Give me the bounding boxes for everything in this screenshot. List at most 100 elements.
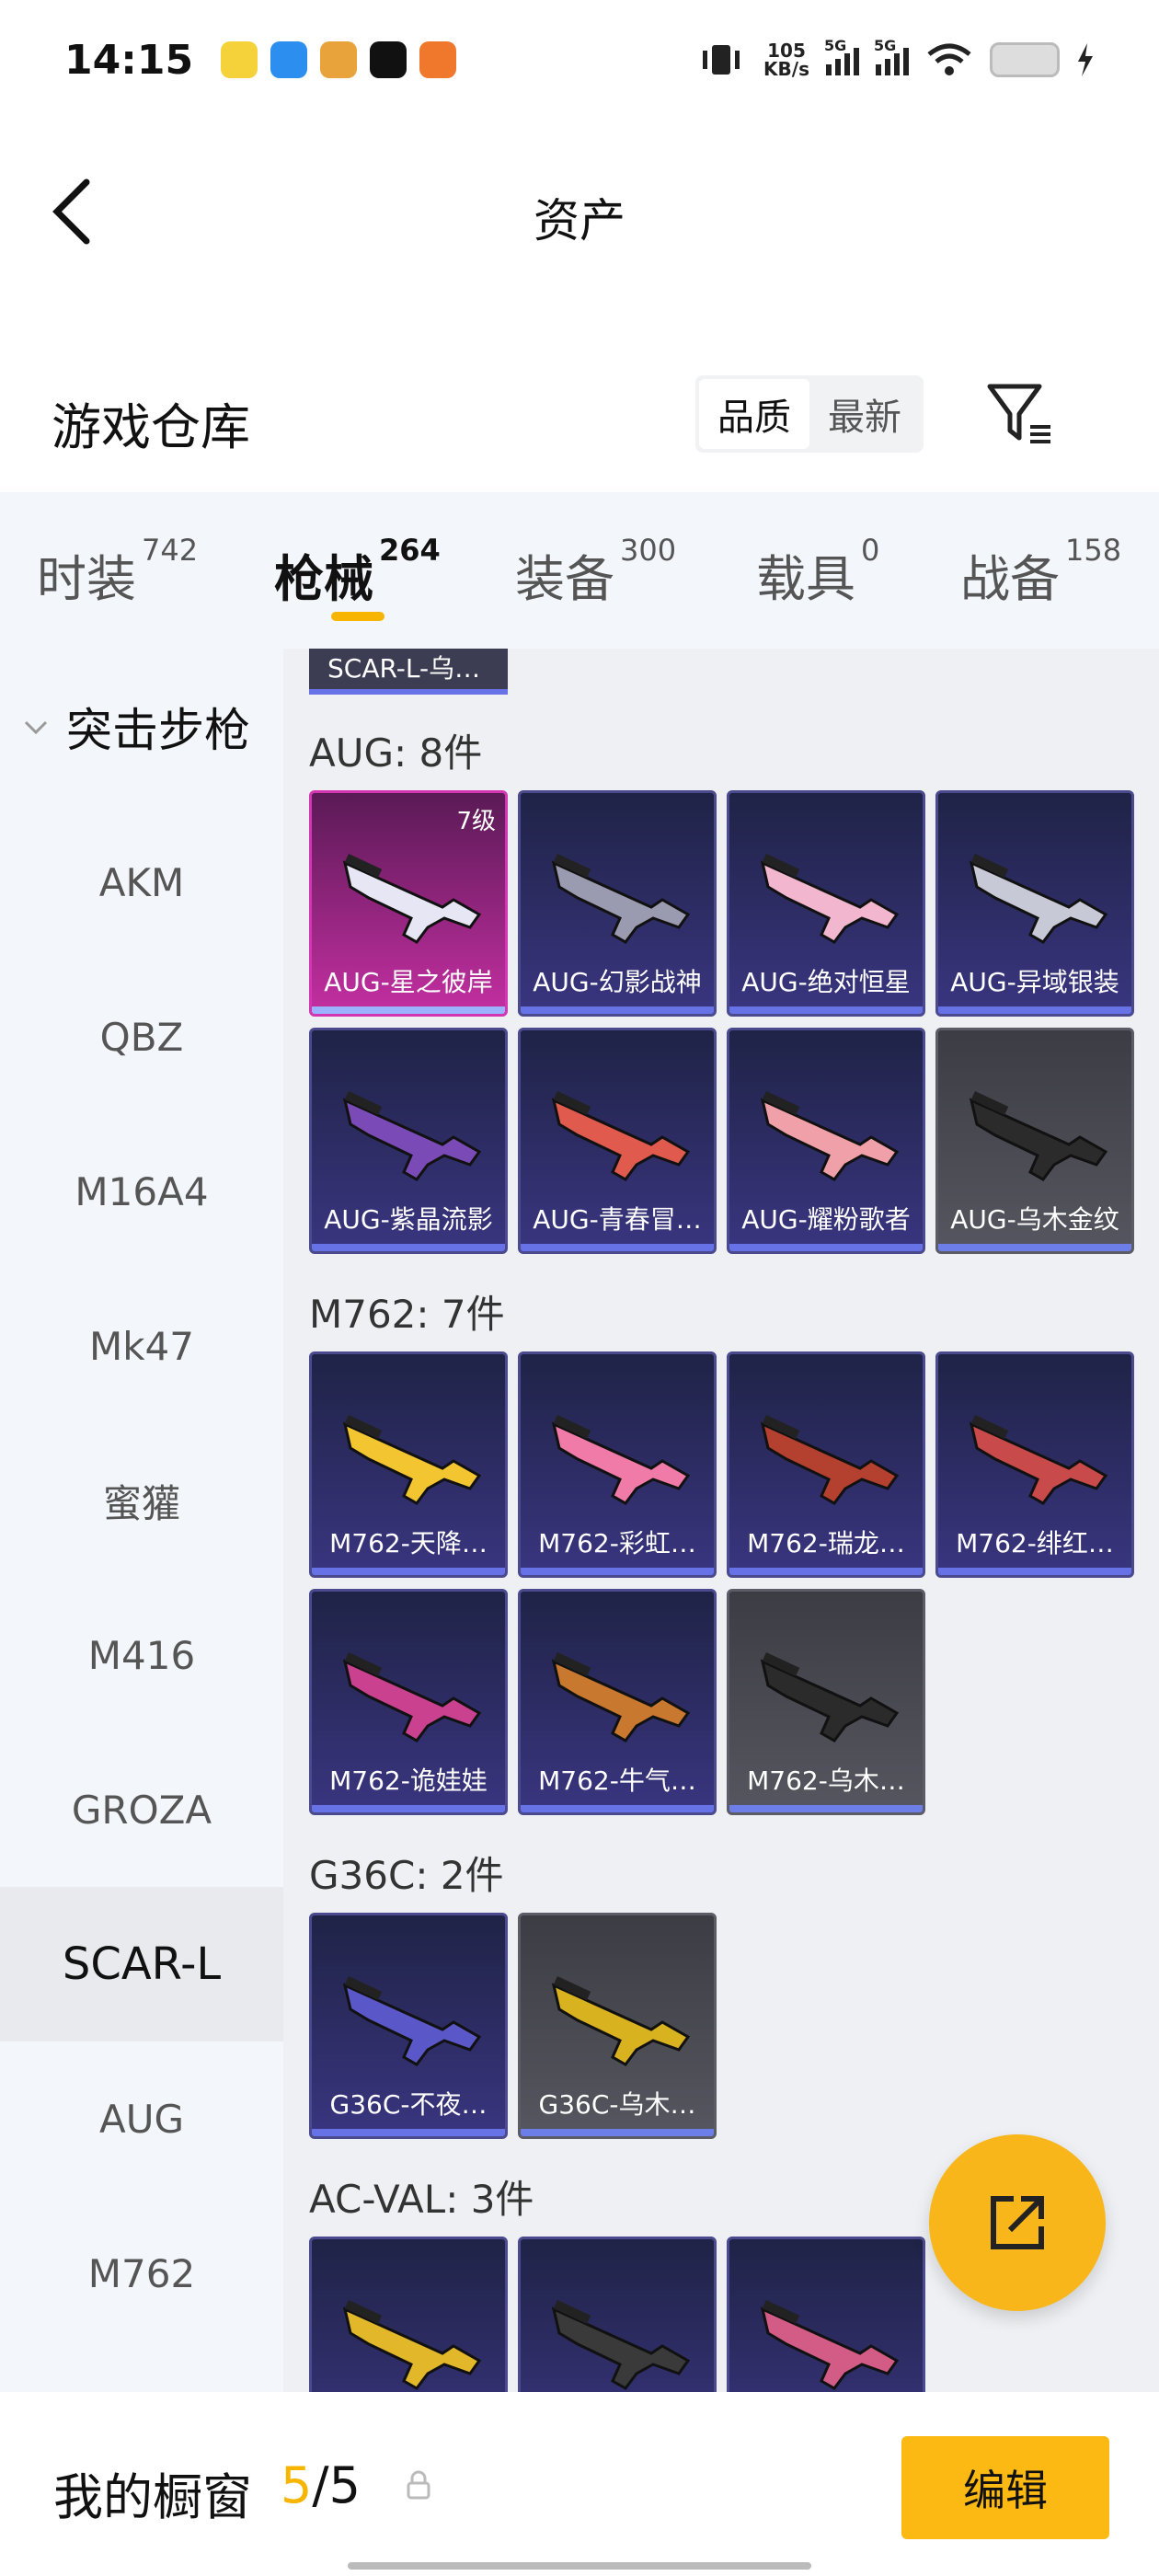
sidebar-item-m416[interactable]: M416 [0, 1578, 283, 1732]
sidebar-item-groza[interactable]: GROZA [0, 1732, 283, 1887]
share-button[interactable] [929, 2134, 1106, 2311]
chevron-down-icon [24, 720, 48, 735]
tab-firearms[interactable]: 枪械 264 [274, 533, 441, 611]
weapon-card[interactable]: AUG-乌木金纹 [935, 1028, 1134, 1254]
weapon-card[interactable]: M762-天降… [309, 1351, 508, 1578]
rarity-bar [521, 2129, 714, 2136]
rifle-icon [551, 1415, 691, 1505]
weapon-group-title: G36C: 2件 [309, 1853, 504, 1898]
weapon-card[interactable]: 7级 AUG-星之彼岸 [309, 790, 508, 1017]
sort-quality-button[interactable]: 品质 [699, 379, 809, 449]
rarity-bar [729, 1006, 923, 1014]
weapon-card-label: M762-天降… [329, 1528, 488, 1558]
weapon-card[interactable]: AUG-耀粉歌者 [727, 1028, 925, 1254]
category-tabs: 时装 742 枪械 264 装备 300 载具 0 战备 158 [0, 492, 1159, 649]
sidebar-item-mk47[interactable]: Mk47 [0, 1269, 283, 1423]
rarity-bar [312, 1006, 505, 1014]
weapon-card-label: AUG-耀粉歌者 [741, 1204, 911, 1235]
charging-icon [1078, 43, 1093, 76]
weapon-card-partial[interactable]: SCAR-L-乌… [309, 649, 508, 695]
showcase-bar: 我的橱窗 5/5 编辑 [0, 2392, 1159, 2576]
app-header: 资产 [0, 156, 1159, 267]
weapon-card-label: AUG-乌木金纹 [950, 1204, 1119, 1235]
weapon-group-title: AUG: 8件 [309, 730, 483, 776]
battery-icon [990, 42, 1060, 77]
weapon-card[interactable]: G36C-乌木… [518, 1913, 717, 2139]
sidebar-item-m762[interactable]: M762 [0, 2196, 283, 2351]
rifle-icon [551, 1091, 691, 1181]
rifle-icon [969, 854, 1108, 944]
rarity-bar [521, 1006, 714, 1014]
rarity-bar [521, 1568, 714, 1575]
tab-fashion[interactable]: 时装 742 [37, 533, 198, 611]
weapon-card[interactable]: AUG-青春冒… [518, 1028, 717, 1254]
sidebar-item-aug[interactable]: AUG [0, 2041, 283, 2196]
weapon-card[interactable]: M762-牛气… [518, 1589, 717, 1815]
rifle-icon [342, 1091, 482, 1181]
weapon-card[interactable]: AUG-异域银装 [935, 790, 1134, 1017]
rifle-icon [969, 1415, 1108, 1505]
weapon-card-label: M762-彩虹… [538, 1528, 696, 1558]
weapon-card[interactable]: M762-绯红… [935, 1351, 1134, 1578]
rifle-icon [342, 1975, 482, 2066]
signal-icon: 5G [824, 37, 859, 75]
rifle-icon [969, 1091, 1108, 1181]
rarity-bar [521, 1244, 714, 1251]
tab-equipment[interactable]: 装备 300 [515, 533, 676, 611]
edit-button[interactable]: 编辑 [901, 2436, 1109, 2539]
weapon-card[interactable]: AUG-紫晶流影 [309, 1028, 508, 1254]
tiktok-icon [370, 41, 407, 78]
weapon-card-label: AUG-绝对恒星 [741, 967, 911, 997]
home-indicator [348, 2562, 811, 2570]
weapon-card[interactable]: M762-乌木… [727, 1589, 925, 1815]
rifle-icon [760, 1091, 900, 1181]
sidebar-item-akm[interactable]: AKM [0, 805, 283, 960]
rifle-icon [342, 1415, 482, 1505]
weapon-card[interactable]: M762-彩虹… [518, 1351, 717, 1578]
rarity-bar [938, 1006, 1131, 1014]
app-notification-icon [270, 41, 308, 78]
showcase-count: 5/5 [281, 2456, 361, 2514]
app-notification-icon [221, 41, 258, 78]
weapon-card-label: AUG-幻影战神 [533, 967, 702, 997]
sidebar-item-scar-l[interactable]: SCAR-L [0, 1887, 283, 2041]
rifle-icon [760, 1652, 900, 1742]
weapon-card-label: AUG-青春冒… [533, 1204, 702, 1235]
weapon-sidebar: 突击步枪 AKM QBZ M16A4 Mk47 蜜獾 M416 GROZA SC… [0, 649, 283, 2392]
weapon-card-label: AUG-星之彼岸 [324, 967, 493, 997]
active-tab-indicator [331, 612, 384, 621]
tab-vehicles[interactable]: 载具 0 [756, 533, 879, 611]
weapon-card-label: M762-诡娃娃 [329, 1765, 488, 1796]
rarity-bar [312, 1568, 505, 1575]
rifle-icon [551, 1652, 691, 1742]
weapon-card[interactable] [309, 2237, 508, 2392]
share-icon [991, 2196, 1044, 2249]
weapon-card[interactable]: M762-诡娃娃 [309, 1589, 508, 1815]
tab-supplies[interactable]: 战备 158 [960, 533, 1121, 611]
sidebar-item-m16a4[interactable]: M16A4 [0, 1114, 283, 1269]
rarity-bar [312, 2129, 505, 2136]
weapon-card[interactable]: M762-瑞龙… [727, 1351, 925, 1578]
weapon-card[interactable]: AUG-幻影战神 [518, 790, 717, 1017]
rifle-icon [342, 2299, 482, 2390]
weapon-card[interactable] [727, 2237, 925, 2392]
sidebar-item-honey-badger[interactable]: 蜜獾 [0, 1423, 283, 1578]
level-badge: 7级 [456, 808, 496, 835]
rarity-bar [729, 1805, 923, 1812]
sidebar-item-qbz[interactable]: QBZ [0, 960, 283, 1114]
weapon-card[interactable]: G36C-不夜… [309, 1913, 508, 2139]
weapon-card[interactable]: AUG-绝对恒星 [727, 790, 925, 1017]
rarity-bar [938, 1568, 1131, 1575]
rifle-icon [760, 1415, 900, 1505]
weapon-card-label: M762-乌木… [747, 1765, 905, 1796]
filter-icon[interactable] [984, 377, 1058, 451]
weapon-card[interactable] [518, 2237, 717, 2392]
rarity-bar [729, 1244, 923, 1251]
page-title: 资产 [534, 194, 625, 247]
weapon-group-title: AC-VAL: 3件 [309, 2177, 534, 2222]
weapon-card-label: M762-绯红… [956, 1528, 1114, 1558]
weapon-card-label: M762-瑞龙… [747, 1528, 905, 1558]
sidebar-group-assault-rifles[interactable]: 突击步枪 [0, 649, 283, 805]
rarity-bar [521, 1805, 714, 1812]
sort-latest-button[interactable]: 最新 [809, 379, 920, 449]
